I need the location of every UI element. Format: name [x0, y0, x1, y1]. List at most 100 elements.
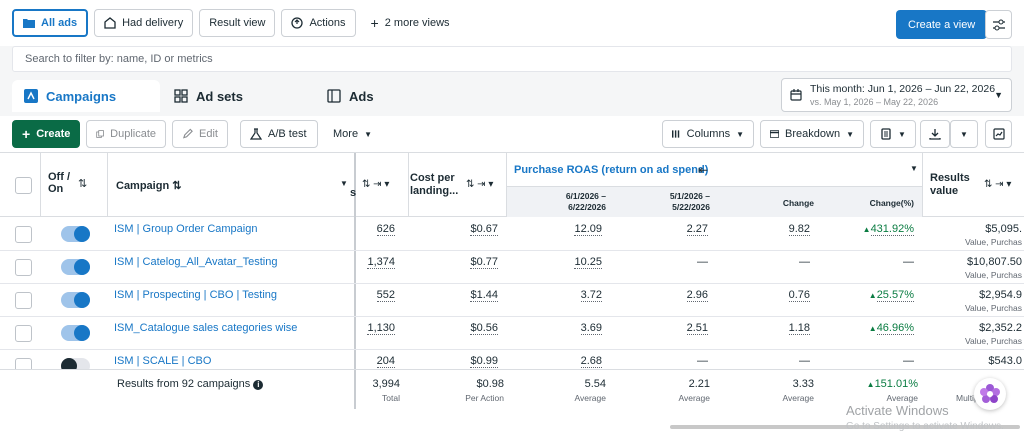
results-header-partial: s — [350, 187, 357, 199]
duplicate-icon — [96, 130, 104, 138]
sort-icon: ⇅ — [172, 180, 182, 192]
tab-ads-label: Ads — [349, 88, 374, 104]
collapse-icon[interactable]: ⇤ — [698, 163, 708, 177]
view-all-ads-label: All ads — [41, 17, 78, 29]
caret-down-icon[interactable]: ▼ — [340, 179, 348, 188]
tab-ad-sets[interactable]: Ad sets — [162, 80, 312, 112]
campaign-header-label: Campaign — [116, 180, 170, 192]
campaign-header[interactable]: Campaign ⇅ — [116, 179, 181, 192]
change-pct-value: 46.96% — [876, 322, 914, 335]
toggle-knob — [74, 292, 90, 308]
row-checkbox[interactable] — [15, 292, 32, 309]
campaign-name-link[interactable]: ISM | Group Order Campaign — [114, 223, 257, 235]
change-header[interactable]: Change — [760, 198, 814, 208]
caret-down-icon[interactable]: ▼ — [910, 164, 918, 173]
download-icon — [929, 129, 941, 140]
campaign-name-link[interactable]: ISM | SCALE | CBO — [114, 355, 211, 367]
caret-down-icon: ▼ — [898, 129, 906, 139]
export-button[interactable] — [920, 120, 950, 148]
column-controls-icon[interactable]: ⇅ ⇥ ▾ — [984, 179, 1011, 190]
edit-label: Edit — [199, 128, 218, 140]
ab-test-button[interactable]: A/B test — [240, 120, 318, 148]
campaign-name-link[interactable]: ISM | Prospecting | CBO | Testing — [114, 289, 277, 301]
row-checkbox[interactable] — [15, 259, 32, 276]
info-icon[interactable]: i — [253, 380, 264, 390]
campaign-name-link[interactable]: ISM | Catelog_All_Avatar_Testing — [114, 256, 277, 268]
view-actions[interactable]: Actions — [281, 9, 356, 37]
campaign-toggle[interactable] — [61, 292, 90, 308]
divider — [408, 153, 409, 217]
change-pct-header[interactable]: Change(%) — [850, 198, 914, 208]
view-had-delivery[interactable]: Had delivery — [94, 9, 194, 37]
columns-button[interactable]: Columns ▼ — [662, 120, 754, 148]
inbox-icon — [104, 17, 116, 29]
export-menu-button[interactable]: ▼ — [950, 120, 978, 148]
plus-icon: + — [370, 15, 379, 31]
grid-icon — [174, 89, 188, 103]
period-current-header[interactable]: 6/1/2026 – 6/22/2026 — [540, 191, 606, 213]
table-row[interactable]: ISM | Group Order Campaign 626 $0.67 12.… — [0, 218, 1024, 251]
change-pct-value: 431.92% — [870, 223, 914, 236]
row-checkbox[interactable] — [15, 325, 32, 342]
edit-button[interactable]: Edit — [172, 120, 228, 148]
roas-current-value: 12.09 — [574, 223, 602, 236]
select-all-checkbox[interactable] — [15, 177, 32, 194]
chevron-down-icon: ▼ — [994, 90, 1003, 100]
row-checkbox[interactable] — [15, 226, 32, 243]
column-controls-icon[interactable]: ⇅ ⇥ ▾ — [466, 179, 493, 190]
tab-ads[interactable]: Ads — [315, 80, 465, 112]
roas-current-value: 10.25 — [574, 256, 602, 269]
results-value-sub: Value, Purchas — [964, 270, 1022, 280]
create-view-label: Create a view — [908, 18, 976, 31]
reports-button[interactable]: ▼ — [870, 120, 916, 148]
search-input[interactable]: Search to filter by: name, ID or metrics — [12, 46, 1012, 72]
results-value: $2,954.9 — [979, 289, 1022, 301]
create-button[interactable]: + Create — [12, 120, 80, 148]
more-views-button[interactable]: + 2 more views — [362, 9, 459, 37]
plus-icon: + — [22, 126, 31, 142]
period-previous-header[interactable]: 5/1/2026 – 5/22/2026 — [644, 191, 710, 213]
caret-down-icon: ▼ — [736, 129, 744, 139]
campaign-toggle[interactable] — [61, 259, 90, 275]
more-button[interactable]: More ▼ — [324, 120, 380, 148]
actions-icon — [291, 17, 304, 29]
totals-change-pct: ▲151.01% — [850, 378, 918, 390]
caret-down-icon: ▼ — [960, 129, 968, 139]
create-view-button[interactable]: Create a view — [896, 10, 988, 39]
totals-landing-sub: Total — [382, 393, 400, 403]
tab-campaigns[interactable]: Campaigns — [12, 80, 160, 112]
search-placeholder: Search to filter by: name, ID or metrics — [25, 53, 213, 65]
results-value: $2,352.2 — [979, 322, 1022, 334]
table-row[interactable]: ISM_Catalogue sales categories wise 1,13… — [0, 317, 1024, 350]
duplicate-button[interactable]: Duplicate — [86, 120, 166, 148]
campaign-name-link[interactable]: ISM_Catalogue sales categories wise — [114, 322, 297, 334]
breakdown-button[interactable]: Breakdown ▼ — [760, 120, 864, 148]
up-triangle-icon: ▲ — [862, 225, 871, 234]
campaigns-table: Off / On ⇅ Campaign ⇅ ▼ s ⇅ ⇥ ▾ Cost per… — [0, 152, 1024, 400]
assistant-logo[interactable] — [974, 378, 1006, 410]
view-result-view[interactable]: Result view — [199, 9, 276, 37]
table-row[interactable]: ISM | Prospecting | CBO | Testing 552 $1… — [0, 284, 1024, 317]
view-settings-button[interactable] — [985, 10, 1012, 39]
campaign-toggle[interactable] — [61, 325, 90, 341]
cost-value: $0.99 — [470, 355, 498, 368]
results-value-header[interactable]: Results value — [930, 172, 980, 198]
view-all-ads[interactable]: All ads — [12, 9, 89, 37]
purchase-roas-header[interactable]: Purchase ROAS (return on ad spend) — [514, 164, 708, 176]
windows-watermark-title: Activate Windows — [846, 403, 949, 418]
change-value: 0.76 — [788, 289, 810, 302]
sort-icon[interactable]: ⇅ — [78, 177, 87, 190]
ads-manager: All ads Had delivery Result view Actions… — [0, 0, 1024, 433]
totals-roas-current: 5.54 — [584, 378, 606, 390]
up-triangle-icon: ▲ — [868, 324, 877, 333]
toolbar: + Create Duplicate Edit A/B test More ▼ … — [0, 116, 1024, 152]
cost-per-landing-header[interactable]: Cost per landing... — [410, 172, 466, 198]
campaign-toggle[interactable] — [61, 226, 90, 242]
column-controls-icon[interactable]: ⇅ ⇥ ▾ — [362, 179, 389, 190]
chart-button[interactable] — [985, 120, 1012, 148]
landing-views-value: 626 — [376, 223, 395, 236]
change-value: 9.82 — [788, 223, 810, 236]
table-row[interactable]: ISM | Catelog_All_Avatar_Testing 1,374 $… — [0, 251, 1024, 284]
date-range-picker[interactable]: This month: Jun 1, 2026 – Jun 22, 2026 v… — [781, 78, 1012, 112]
ad-icon — [327, 89, 341, 103]
